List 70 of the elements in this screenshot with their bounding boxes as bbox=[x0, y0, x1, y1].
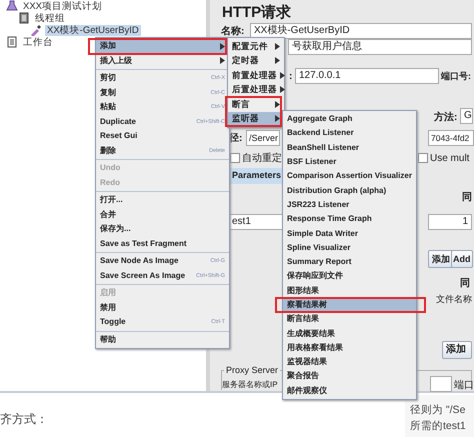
host-field[interactable]: 127.0.0.1 bbox=[295, 68, 439, 84]
parameters-tab[interactable]: Parameters bbox=[229, 168, 284, 184]
pipette-icon bbox=[30, 24, 42, 36]
menu-item[interactable]: 配置元件 bbox=[228, 39, 284, 54]
article-text: 齐方式： bbox=[0, 411, 48, 428]
article-text: 所需的test1 bbox=[410, 419, 466, 434]
menu-item[interactable]: 用表格察看结果 bbox=[283, 340, 416, 356]
group-label: Proxy Server bbox=[224, 364, 280, 378]
menu-item[interactable]: 帮助 bbox=[96, 332, 229, 347]
menu-item[interactable]: 禁用 bbox=[96, 300, 229, 315]
menu-item[interactable]: 打开... bbox=[96, 193, 229, 208]
add-button[interactable]: Add bbox=[451, 250, 473, 268]
menu-item[interactable]: 保存响应到文件 bbox=[283, 269, 416, 284]
tree-item[interactable]: XXX项目测试计划 bbox=[21, 0, 104, 12]
checkbox-label: 自动重定 bbox=[242, 152, 282, 166]
menu-item[interactable]: Reset Gui bbox=[96, 129, 229, 144]
menu-item[interactable]: Response Time Graph bbox=[283, 212, 416, 226]
menu-item[interactable]: 后置处理器 bbox=[228, 82, 284, 97]
menu-item[interactable]: 定时器 bbox=[228, 54, 284, 68]
flask-icon bbox=[6, 0, 18, 12]
tree-item[interactable]: XX模块-GetUserByID bbox=[45, 24, 141, 36]
proxy-host-field[interactable] bbox=[430, 376, 452, 392]
menu-item[interactable]: 断言 bbox=[228, 97, 284, 112]
menu-item[interactable]: 图形结果 bbox=[283, 284, 416, 298]
add-button[interactable]: 添加 bbox=[428, 250, 454, 268]
field-label: : bbox=[289, 70, 292, 84]
table-cell: 1 bbox=[428, 214, 472, 230]
menu-item[interactable]: BeanShell Listener bbox=[283, 140, 416, 155]
menu-item[interactable]: 插入上级 bbox=[96, 54, 229, 68]
menu-item[interactable]: 邮件观察仪 bbox=[283, 384, 416, 398]
name-field[interactable]: XX模块-GetUserByID bbox=[250, 23, 472, 39]
method-field[interactable]: G bbox=[460, 108, 473, 124]
menu-item[interactable]: 合并 bbox=[96, 208, 229, 222]
column-header: 同 bbox=[460, 277, 470, 291]
menu-item[interactable]: 断言结果 bbox=[283, 312, 416, 326]
checkbox-label: Use mult bbox=[430, 152, 470, 166]
field-label: 端口 bbox=[454, 378, 474, 393]
menu-item[interactable]: BSF Listener bbox=[283, 154, 416, 170]
menu-item[interactable]: Backend Listener bbox=[283, 126, 416, 141]
path-field[interactable]: 7043-4fd2 bbox=[428, 130, 474, 146]
menu-item[interactable]: Distribution Graph (alpha) bbox=[283, 183, 416, 198]
tree-item[interactable]: 工作台 bbox=[21, 36, 55, 48]
panel-title: HTTP请求 bbox=[222, 3, 292, 23]
column-header: 文件名称 bbox=[436, 293, 472, 306]
menu-item[interactable]: 聚合报告 bbox=[283, 369, 416, 384]
field-label: 端口号: bbox=[441, 70, 471, 83]
field-label: 名称: bbox=[221, 24, 244, 39]
menu-item[interactable]: JSR223 Listener bbox=[283, 198, 416, 212]
checkbox[interactable] bbox=[418, 153, 428, 163]
column-header: 同 bbox=[462, 191, 472, 205]
menu-item[interactable]: 保存为... bbox=[96, 222, 229, 236]
menu-item[interactable]: 前置处理器 bbox=[228, 68, 284, 82]
tree-item[interactable]: 线程组 bbox=[33, 12, 67, 24]
comment-field[interactable]: 号获取用户信息 bbox=[288, 39, 472, 55]
path-field[interactable]: /Server bbox=[246, 130, 280, 146]
menu-item[interactable]: 生成概要结果 bbox=[283, 326, 416, 341]
field-label: 方法: bbox=[434, 110, 458, 125]
menu-item[interactable]: Spline Visualizer bbox=[283, 240, 416, 255]
field-label: 服务器名称或IP bbox=[222, 379, 278, 391]
menu-item[interactable]: Save as Test Fragment bbox=[96, 236, 229, 251]
menu-item[interactable]: Simple Data Writer bbox=[283, 226, 416, 241]
menu-item[interactable]: Comparison Assertion Visualizer bbox=[283, 169, 416, 184]
menu-item[interactable]: Aggregate Graph bbox=[283, 112, 416, 126]
table-cell: est1 bbox=[228, 214, 283, 230]
checkbox[interactable] bbox=[230, 153, 240, 163]
menu-item[interactable]: Summary Report bbox=[283, 254, 416, 270]
article-text: 径则为 "/Se bbox=[410, 403, 466, 418]
clipboard-icon bbox=[6, 36, 18, 48]
add-button[interactable]: 添加 bbox=[442, 341, 472, 359]
menu-item[interactable]: 监视器结果 bbox=[283, 355, 416, 370]
